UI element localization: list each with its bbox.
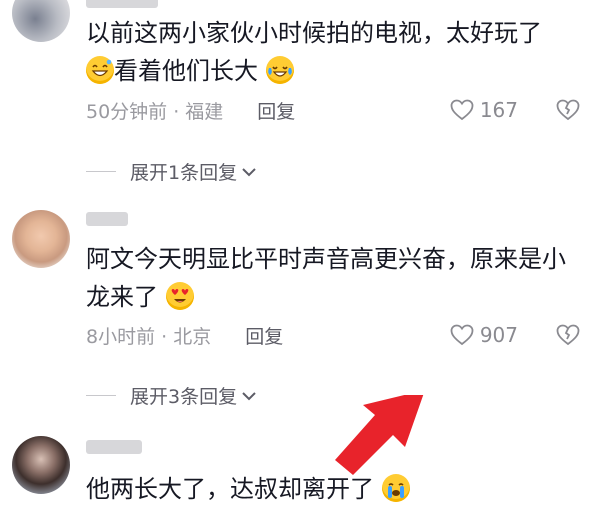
avatar[interactable] xyxy=(12,436,70,494)
reply-button[interactable]: 回复 xyxy=(257,97,295,124)
broken-heart-icon xyxy=(556,324,580,346)
like-count: 907 xyxy=(479,323,518,347)
username[interactable] xyxy=(86,0,158,8)
divider-line xyxy=(86,171,116,172)
avatar[interactable] xyxy=(12,0,70,42)
username[interactable] xyxy=(86,212,128,226)
red-arrow-annotation xyxy=(335,395,424,475)
heart-eyes-emoji xyxy=(165,282,194,310)
reply-button[interactable]: 回复 xyxy=(245,322,283,349)
dislike-button[interactable] xyxy=(556,324,580,350)
comment-text: 以前这两小家伙小时候拍的电视，太好玩了 看着他们长大 xyxy=(86,14,580,90)
username[interactable] xyxy=(86,440,142,454)
comment-timestamp: 8小时前 · 北京 xyxy=(86,326,212,348)
grinning-sweat-emoji xyxy=(86,56,114,84)
heart-icon xyxy=(450,324,474,346)
tears-of-joy-emoji xyxy=(265,56,294,84)
chevron-down-icon xyxy=(242,391,256,400)
expand-replies-button[interactable]: 展开3条回复 xyxy=(86,382,257,409)
dislike-button[interactable] xyxy=(556,99,580,125)
comment-text: 阿文今天明显比平时声音高更兴奋，原来是小龙来了 xyxy=(86,240,580,316)
comment-text-part: 以前这两小家伙小时候拍的电视，太好玩了 xyxy=(86,19,542,47)
like-button[interactable]: 907 xyxy=(450,323,518,347)
comment-text: 他两长大了，达叔却离开了 xyxy=(86,470,580,508)
expand-replies-label: 展开3条回复 xyxy=(130,386,238,408)
comment-timestamp: 50分钟前 · 福建 xyxy=(86,101,224,123)
crying-emoji xyxy=(381,474,410,502)
comment-text-part: 看着他们长大 xyxy=(114,57,258,85)
comment-text-part: 他两长大了，达叔却离开了 xyxy=(86,475,374,503)
chevron-down-icon xyxy=(242,167,256,176)
expand-replies-label: 展开1条回复 xyxy=(130,162,238,184)
heart-icon xyxy=(450,99,474,121)
like-button[interactable]: 167 xyxy=(450,98,518,122)
avatar[interactable] xyxy=(12,210,70,268)
like-count: 167 xyxy=(479,98,518,122)
comment-text-part: 阿文今天明显比平时声音高更兴奋，原来是小龙来了 xyxy=(86,245,566,311)
divider-line xyxy=(86,395,116,396)
comment-meta: 8小时前 · 北京 回复 xyxy=(86,322,283,349)
expand-replies-button[interactable]: 展开1条回复 xyxy=(86,158,257,185)
broken-heart-icon xyxy=(556,99,580,121)
comment-meta: 50分钟前 · 福建 回复 xyxy=(86,97,295,124)
